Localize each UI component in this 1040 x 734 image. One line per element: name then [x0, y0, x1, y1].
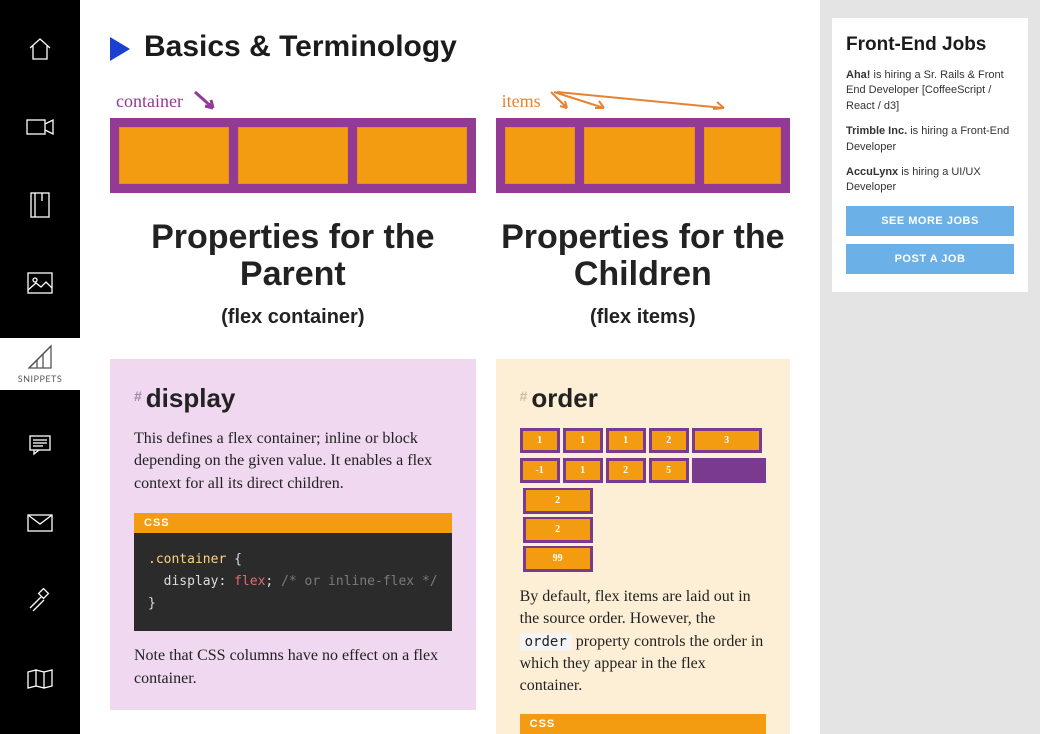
order-cell: 2 — [523, 517, 593, 543]
nav-guides[interactable] — [0, 656, 80, 702]
newsletter-icon — [27, 514, 53, 532]
right-sidebar: Front-End Jobs Aha! is hiring a Sr. Rail… — [820, 0, 1040, 734]
order-panel: # order 1 1 1 2 3 -1 1 2 5 — [496, 359, 790, 734]
diagram-item — [704, 127, 781, 184]
display-note: Note that CSS columns have no effect on … — [134, 645, 452, 690]
parent-subhead: (flex container) — [110, 306, 476, 329]
container-diagram — [110, 118, 476, 193]
section-heading: Basics & Terminology — [110, 30, 790, 64]
left-nav: HOME SNIPPETS — [0, 0, 80, 734]
code-content: .container { display: flex; /* or inline… — [134, 533, 452, 631]
see-more-jobs-button[interactable]: SEE MORE JOBS — [846, 206, 1014, 236]
display-title: display — [146, 383, 236, 413]
job-listing[interactable]: Aha! is hiring a Sr. Rails & Front End D… — [846, 68, 1014, 114]
nav-gallery[interactable] — [0, 260, 80, 306]
diagram-label-text: container — [116, 91, 183, 112]
order-cell: 2 — [606, 458, 646, 483]
order-row: -1 1 2 5 — [520, 458, 766, 483]
order-cell: 1 — [520, 428, 560, 453]
parent-heading: Properties for the Parent — [110, 219, 476, 294]
order-desc: By default, flex items are laid out in t… — [520, 586, 766, 698]
nav-videos[interactable] — [0, 104, 80, 150]
order-cell: 1 — [563, 458, 603, 483]
display-desc: This defines a flex container; inline or… — [134, 428, 452, 495]
diagram-item — [505, 127, 575, 184]
items-diagram — [496, 118, 790, 193]
job-listing[interactable]: AccuLynx is hiring a UI/UX Developer — [846, 165, 1014, 196]
snippets-icon — [27, 344, 53, 370]
order-cell: 99 — [523, 546, 593, 572]
videos-icon — [26, 117, 54, 137]
display-panel: # display This defines a flex container;… — [110, 359, 476, 710]
hash-icon: # — [134, 388, 142, 404]
diagram-item — [584, 127, 695, 184]
gallery-icon — [27, 272, 53, 294]
jobs-card: Front-End Jobs Aha! is hiring a Sr. Rail… — [832, 18, 1028, 292]
order-cell: 1 — [563, 428, 603, 453]
code-block: CSS — [520, 714, 766, 734]
diagram-label-text: items — [502, 91, 541, 112]
column-parent: container Properties for the Parent (fle… — [110, 90, 476, 734]
home-icon — [27, 37, 53, 61]
children-subhead: (flex items) — [496, 306, 790, 329]
nav-newsletter[interactable] — [0, 500, 80, 546]
order-cell: -1 — [520, 458, 560, 483]
order-row: 1 1 1 2 3 — [520, 428, 766, 453]
code-label: CSS — [134, 513, 452, 533]
hash-icon: # — [520, 388, 528, 404]
order-cell: 2 — [523, 488, 593, 514]
jobs-icon — [27, 588, 53, 614]
nav-snippets[interactable]: SNIPPETS — [0, 338, 80, 390]
guides-icon — [26, 668, 54, 690]
job-listing[interactable]: Trimble Inc. is hiring a Front-End Devel… — [846, 124, 1014, 155]
nav-home[interactable]: HOME — [0, 26, 80, 72]
section-triangle-icon — [110, 37, 130, 61]
jobs-title: Front-End Jobs — [846, 34, 1014, 56]
multi-arrow-icon — [549, 90, 749, 112]
order-cell: 3 — [692, 428, 762, 453]
order-filler — [692, 458, 766, 483]
diagram-item — [238, 127, 348, 184]
diagram-label-container: container — [116, 90, 476, 112]
order-cell: 1 — [606, 428, 646, 453]
nav-label: SNIPPETS — [18, 373, 62, 384]
children-heading: Properties for the Children — [496, 219, 790, 294]
nav-forums[interactable] — [0, 422, 80, 468]
arrow-down-icon — [191, 90, 221, 112]
post-a-job-button[interactable]: POST A JOB — [846, 244, 1014, 274]
diagram-item — [119, 127, 229, 184]
section-title: Basics & Terminology — [144, 30, 457, 64]
order-title: order — [531, 383, 597, 413]
forums-icon — [28, 434, 52, 456]
order-col: 2 2 99 — [520, 488, 593, 572]
order-cell: 5 — [649, 458, 689, 483]
order-diagram: 1 1 1 2 3 -1 1 2 5 2 2 — [520, 428, 766, 572]
code-label: CSS — [520, 714, 766, 734]
main-content: Basics & Terminology container Propertie… — [80, 0, 820, 734]
diagram-label-items: items — [502, 90, 790, 112]
code-block: CSS .container { display: flex; /* or in… — [134, 513, 452, 631]
order-cell: 2 — [649, 428, 689, 453]
nav-almanac[interactable] — [0, 182, 80, 228]
nav-jobs[interactable] — [0, 578, 80, 624]
diagram-item — [357, 127, 467, 184]
almanac-icon — [29, 191, 51, 219]
column-children: items Properties for the Children (flex … — [496, 90, 790, 734]
